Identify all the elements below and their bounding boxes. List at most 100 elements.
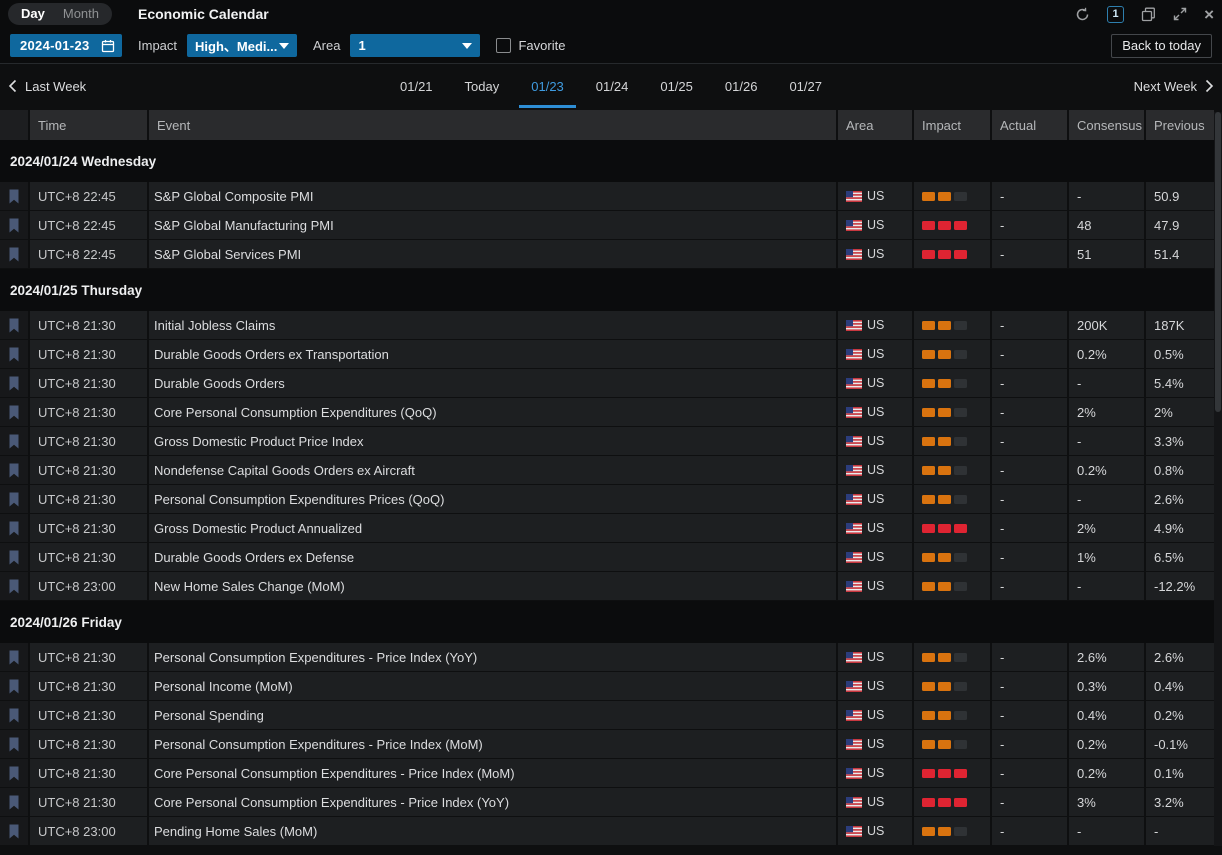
event-name[interactable]: Core Personal Consumption Expenditures (… [149,398,836,426]
event-name[interactable]: Gross Domestic Product Annualized [149,514,836,542]
table-row: UTC+8 21:30Nondefense Capital Goods Orde… [0,456,1222,485]
day-tab-today[interactable]: Today [462,64,503,108]
event-name[interactable]: Initial Jobless Claims [149,311,836,339]
favorite-checkbox[interactable] [496,38,511,53]
bookmark-icon[interactable] [8,766,20,781]
bookmark-cell[interactable] [0,543,28,571]
bookmark-cell[interactable] [0,340,28,368]
event-name[interactable]: Durable Goods Orders [149,369,836,397]
bookmark-icon[interactable] [8,708,20,723]
bookmark-icon[interactable] [8,824,20,839]
event-name[interactable]: S&P Global Services PMI [149,240,836,268]
day-tab-01-25[interactable]: 01/25 [657,64,696,108]
bookmark-cell[interactable] [0,456,28,484]
bookmark-cell[interactable] [0,643,28,671]
impact-bar [954,711,967,720]
bookmark-icon[interactable] [8,492,20,507]
event-name[interactable]: Pending Home Sales (MoM) [149,817,836,845]
window-count-badge[interactable]: 1 [1107,6,1124,23]
bookmark-cell[interactable] [0,759,28,787]
expand-icon[interactable] [1173,7,1187,21]
last-week-button[interactable]: Last Week [8,79,158,94]
event-name[interactable]: S&P Global Composite PMI [149,182,836,210]
bookmark-cell[interactable] [0,211,28,239]
event-area: US [838,817,912,845]
bookmark-icon[interactable] [8,347,20,362]
event-name[interactable]: New Home Sales Change (MoM) [149,572,836,600]
bookmark-cell[interactable] [0,514,28,542]
day-tab-01-23[interactable]: 01/23 [528,64,567,108]
bookmark-cell[interactable] [0,701,28,729]
actual-value: - [992,730,1067,758]
close-icon[interactable]: × [1204,6,1214,23]
event-name[interactable]: Core Personal Consumption Expenditures -… [149,759,836,787]
bookmark-icon[interactable] [8,247,20,262]
table-row: UTC+8 21:30Personal Consumption Expendit… [0,485,1222,514]
bookmark-icon[interactable] [8,463,20,478]
area-code: US [867,189,884,203]
duplicate-window-icon[interactable] [1141,7,1156,22]
event-name[interactable]: Personal Consumption Expenditures Prices… [149,485,836,513]
bookmark-icon[interactable] [8,579,20,594]
bookmark-cell[interactable] [0,730,28,758]
impact-indicator-medium [922,437,967,446]
refresh-icon[interactable] [1075,7,1090,22]
bookmark-icon[interactable] [8,521,20,536]
bookmark-cell[interactable] [0,817,28,845]
bookmark-icon[interactable] [8,679,20,694]
tab-month[interactable]: Month [54,3,108,25]
previous-value: 0.4% [1146,672,1214,700]
bookmark-cell[interactable] [0,311,28,339]
bookmark-icon[interactable] [8,650,20,665]
bookmark-icon[interactable] [8,189,20,204]
bookmark-icon[interactable] [8,737,20,752]
scrollbar-thumb[interactable] [1215,112,1221,412]
bookmark-icon[interactable] [8,318,20,333]
bookmark-icon[interactable] [8,218,20,233]
previous-value: 51.4 [1146,240,1214,268]
impact-bar [954,192,967,201]
consensus-value: - [1069,369,1144,397]
bookmark-icon[interactable] [8,405,20,420]
impact-bar [922,798,935,807]
bookmark-icon[interactable] [8,795,20,810]
event-name[interactable]: Personal Consumption Expenditures - Pric… [149,643,836,671]
event-name[interactable]: Personal Income (MoM) [149,672,836,700]
event-name[interactable]: Core Personal Consumption Expenditures -… [149,788,836,816]
vertical-scrollbar[interactable] [1214,112,1222,846]
bookmark-cell[interactable] [0,672,28,700]
favorite-filter[interactable]: Favorite [496,38,565,53]
tab-day[interactable]: Day [12,3,54,25]
day-tab-01-24[interactable]: 01/24 [593,64,632,108]
bookmark-cell[interactable] [0,369,28,397]
bookmark-icon[interactable] [8,550,20,565]
event-name[interactable]: Durable Goods Orders ex Defense [149,543,836,571]
next-week-button[interactable]: Next Week [1064,79,1214,94]
event-time: UTC+8 21:30 [30,788,147,816]
bookmark-cell[interactable] [0,572,28,600]
date-picker-input[interactable]: 2024-01-23 [10,34,122,57]
event-name[interactable]: Nondefense Capital Goods Orders ex Aircr… [149,456,836,484]
area-filter-select[interactable]: 1 [350,34,480,57]
impact-bar [922,682,935,691]
bookmark-cell[interactable] [0,485,28,513]
impact-filter-select[interactable]: High、Medi... [187,34,297,57]
bookmark-cell[interactable] [0,427,28,455]
bookmark-icon[interactable] [8,376,20,391]
event-name[interactable]: Personal Consumption Expenditures - Pric… [149,730,836,758]
bookmark-cell[interactable] [0,788,28,816]
event-name[interactable]: S&P Global Manufacturing PMI [149,211,836,239]
day-tab-01-27[interactable]: 01/27 [786,64,825,108]
event-name[interactable]: Personal Spending [149,701,836,729]
event-name[interactable]: Durable Goods Orders ex Transportation [149,340,836,368]
event-name[interactable]: Gross Domestic Product Price Index [149,427,836,455]
day-tab-01-26[interactable]: 01/26 [722,64,761,108]
impact-indicator-medium [922,321,967,330]
day-tab-01-21[interactable]: 01/21 [397,64,436,108]
bookmark-cell[interactable] [0,398,28,426]
favorite-label: Favorite [518,38,565,53]
back-to-today-button[interactable]: Back to today [1111,34,1212,58]
bookmark-icon[interactable] [8,434,20,449]
bookmark-cell[interactable] [0,182,28,210]
bookmark-cell[interactable] [0,240,28,268]
